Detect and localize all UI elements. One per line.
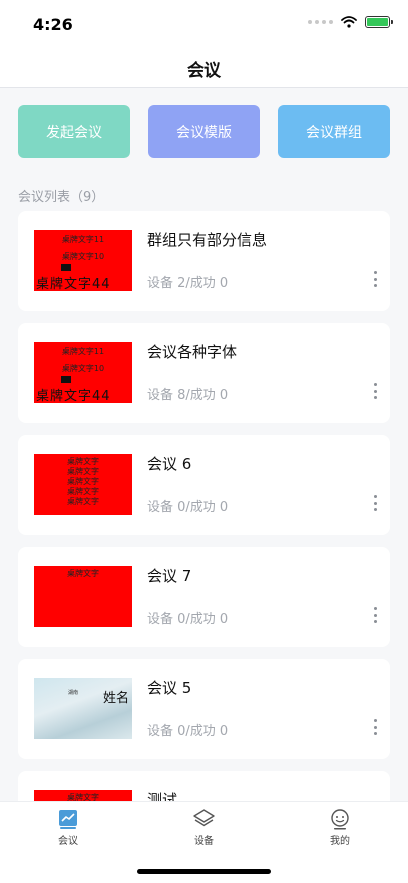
smiley-icon (331, 809, 349, 830)
thumb-text: 桌牌文字11 (61, 347, 105, 356)
tab-mine[interactable]: 我的 (300, 808, 380, 847)
meeting-card[interactable]: 桌牌文字 会议 7 设备 0/成功 0 (18, 547, 390, 647)
thumb-text: 桌牌文字 (67, 497, 99, 506)
meeting-list-header: 会议列表（9） (18, 190, 105, 205)
more-vertical-icon[interactable] (372, 271, 378, 287)
meeting-thumbnail: 桌牌文字 (34, 566, 132, 627)
meeting-device-count: 设备 0/成功 0 (147, 612, 229, 627)
thumb-text: 桌牌文字44 (36, 277, 111, 291)
tab-device[interactable]: 设备 (164, 808, 244, 847)
chart-icon (59, 810, 77, 829)
nav-bar: 会议 (0, 46, 408, 88)
start-meeting-button[interactable]: 发起会议 (18, 105, 130, 158)
status-icons (308, 16, 393, 28)
thumb-text: 桌牌文字44 (36, 389, 111, 403)
tab-mine-label: 我的 (330, 836, 350, 847)
thumb-text: 桌牌文字10 (61, 364, 105, 373)
battery-charging-icon (365, 16, 393, 28)
meeting-device-count: 设备 0/成功 0 (147, 724, 229, 739)
meeting-card[interactable]: 桌牌文字11 桌牌文字10 桌牌文字44 会议各种字体 设备 8/成功 0 (18, 323, 390, 423)
meeting-template-button[interactable]: 会议模版 (148, 105, 260, 158)
page-title: 会议 (187, 61, 221, 81)
wifi-icon (341, 16, 357, 28)
meeting-title: 会议各种字体 (147, 343, 238, 361)
meeting-thumbnail: 桌牌文字11 桌牌文字10 桌牌文字44 (34, 230, 132, 291)
thumb-text: 桌牌文字10 (61, 252, 105, 261)
meeting-title: 群组只有部分信息 (147, 231, 268, 249)
cellular-signal-icon (308, 20, 333, 24)
meeting-card[interactable]: 湖南 姓名 会议 5 设备 0/成功 0 (18, 659, 390, 759)
status-bar: 4:26 (0, 0, 408, 46)
tab-device-label: 设备 (194, 836, 214, 847)
meeting-device-count: 设备 8/成功 0 (147, 388, 229, 403)
tab-meeting-label: 会议 (58, 836, 78, 847)
more-vertical-icon[interactable] (372, 719, 378, 735)
meeting-thumbnail: 桌牌文字11 桌牌文字10 桌牌文字44 (34, 342, 132, 403)
thumb-text: 桌牌文字11 (61, 235, 105, 244)
meeting-group-button[interactable]: 会议群组 (278, 105, 390, 158)
layers-icon (193, 809, 215, 827)
more-vertical-icon[interactable] (372, 495, 378, 511)
meeting-card[interactable]: 桌牌文字 桌牌文字 桌牌文字 桌牌文字 桌牌文字 会议 6 设备 0/成功 0 (18, 435, 390, 535)
meeting-thumbnail: 湖南 姓名 (34, 678, 132, 739)
thumb-text: 桌牌文字 (67, 569, 99, 578)
status-time: 4:26 (33, 15, 73, 34)
more-vertical-icon[interactable] (372, 607, 378, 623)
meeting-title: 会议 7 (147, 567, 192, 585)
tab-meeting[interactable]: 会议 (28, 808, 108, 847)
meeting-title: 会议 5 (147, 679, 192, 697)
meeting-title: 会议 6 (147, 455, 192, 473)
meeting-card[interactable]: 桌牌文字11 桌牌文字10 桌牌文字44 群组只有部分信息 设备 2/成功 0 (18, 211, 390, 311)
more-vertical-icon[interactable] (372, 383, 378, 399)
home-indicator (137, 869, 271, 874)
thumb-text: 湖南 (68, 690, 79, 696)
meeting-thumbnail: 桌牌文字 桌牌文字 桌牌文字 桌牌文字 桌牌文字 (34, 454, 132, 515)
meeting-device-count: 设备 0/成功 0 (147, 500, 229, 515)
thumb-text: 姓名 (102, 691, 129, 706)
meeting-device-count: 设备 2/成功 0 (147, 276, 229, 291)
